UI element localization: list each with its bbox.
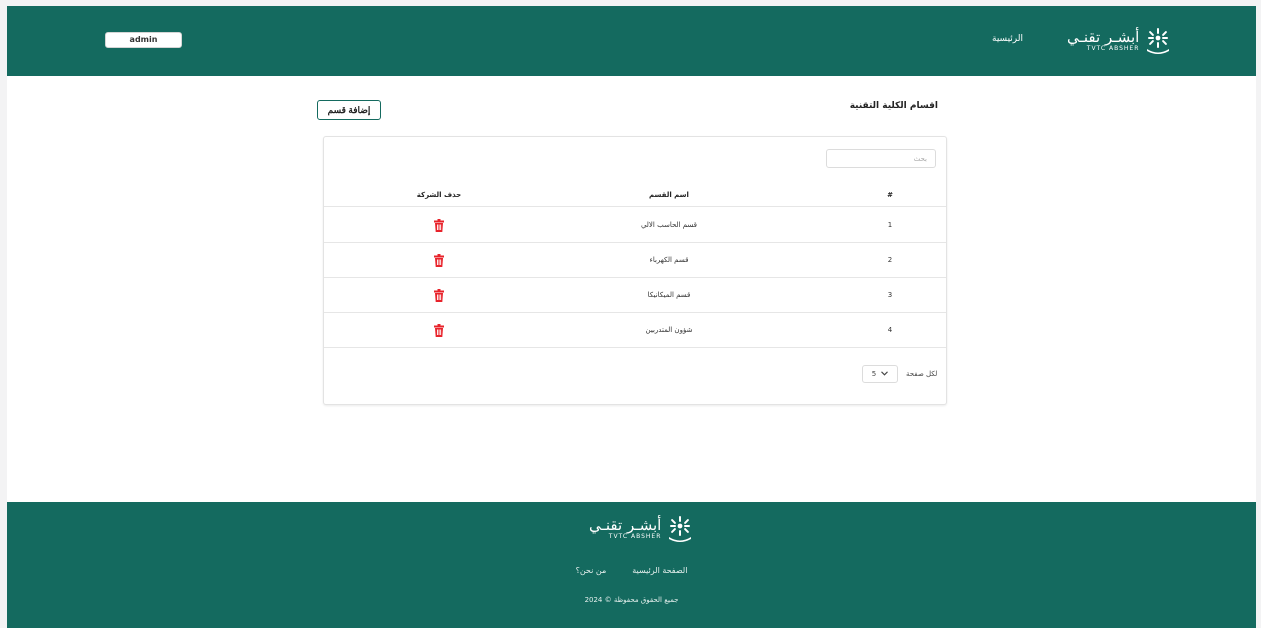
row-number: 2: [887, 256, 893, 264]
chevron-down-icon: [881, 370, 889, 378]
trash-icon: [434, 288, 444, 302]
page: admin الرئيسية أبشـر تقنـي TVTC ABSHER إ…: [0, 0, 1261, 628]
footer: أبشـر تقنـي TVTC ABSHER الصفحة الرئيسية …: [7, 502, 1256, 628]
trash-icon: [434, 253, 444, 267]
table-row: 2 قسم الكهرباء: [324, 243, 946, 278]
delete-row-button[interactable]: [384, 243, 494, 277]
departments-card: # اسم القسم حذف الشركة 1 قسم الحاسب الال…: [323, 136, 947, 405]
table-row: 4 شؤون المتدربين: [324, 313, 946, 348]
site-logo[interactable]: أبشـر تقنـي TVTC ABSHER: [1067, 26, 1173, 56]
user-menu-button[interactable]: admin: [105, 32, 182, 48]
row-department-name: قسم الحاسب الالي: [640, 221, 698, 229]
table-header: # اسم القسم حذف الشركة: [324, 184, 946, 207]
add-department-button[interactable]: إضافة قسم: [317, 100, 381, 120]
footer-logo[interactable]: أبشـر تقنـي TVTC ABSHER: [589, 514, 695, 544]
delete-row-button[interactable]: [384, 208, 494, 242]
trash-icon: [434, 218, 444, 232]
trash-icon: [434, 323, 444, 337]
rows-per-page-value: 5: [871, 370, 877, 378]
top-header: admin الرئيسية أبشـر تقنـي TVTC ABSHER: [7, 6, 1256, 76]
footer-logo-english: TVTC ABSHER: [608, 533, 662, 540]
main-content: إضافة قسم اقسام الكلية التقنية # اسم الق…: [7, 76, 1256, 502]
footer-link-about[interactable]: من نحن؟: [576, 566, 607, 575]
footer-links: الصفحة الرئيسية من نحن؟: [7, 566, 1256, 575]
row-number: 4: [887, 326, 893, 334]
rows-per-page-select[interactable]: 5: [862, 365, 898, 383]
rows-per-page-label: لكل صفحة: [906, 370, 938, 378]
table-row: 1 قسم الحاسب الالي: [324, 208, 946, 243]
row-number: 3: [887, 291, 893, 299]
logo-emblem-icon: [669, 516, 692, 542]
logo-arabic: أبشـر تقنـي: [1067, 28, 1140, 46]
search-input[interactable]: [826, 149, 936, 168]
footer-link-home[interactable]: الصفحة الرئيسية: [632, 566, 687, 575]
page-title: اقسام الكلية التقنية: [849, 101, 938, 111]
logo-emblem-icon: [1147, 28, 1170, 54]
row-department-name: قسم الميكانيكا: [647, 291, 691, 299]
column-header-name: اسم القسم: [649, 191, 689, 199]
table-row: 3 قسم الميكانيكا: [324, 278, 946, 313]
logo-text: أبشـر تقنـي TVTC ABSHER: [1067, 29, 1139, 53]
nav-link-home[interactable]: الرئيسية: [992, 34, 1023, 44]
footer-logo-text: أبشـر تقنـي TVTC ABSHER: [589, 517, 661, 541]
delete-row-button[interactable]: [384, 313, 494, 347]
footer-logo-arabic: أبشـر تقنـي: [589, 516, 662, 534]
column-header-delete: حذف الشركة: [416, 191, 462, 199]
row-number: 1: [887, 221, 893, 229]
row-department-name: شؤون المتدربين: [645, 326, 693, 334]
copyright-text: جميع الحقوق محفوظة © 2024: [584, 596, 679, 604]
logo-english: TVTC ABSHER: [1086, 45, 1140, 52]
delete-row-button[interactable]: [384, 278, 494, 312]
column-header-number: #: [887, 191, 893, 199]
row-department-name: قسم الكهرباء: [649, 256, 689, 264]
